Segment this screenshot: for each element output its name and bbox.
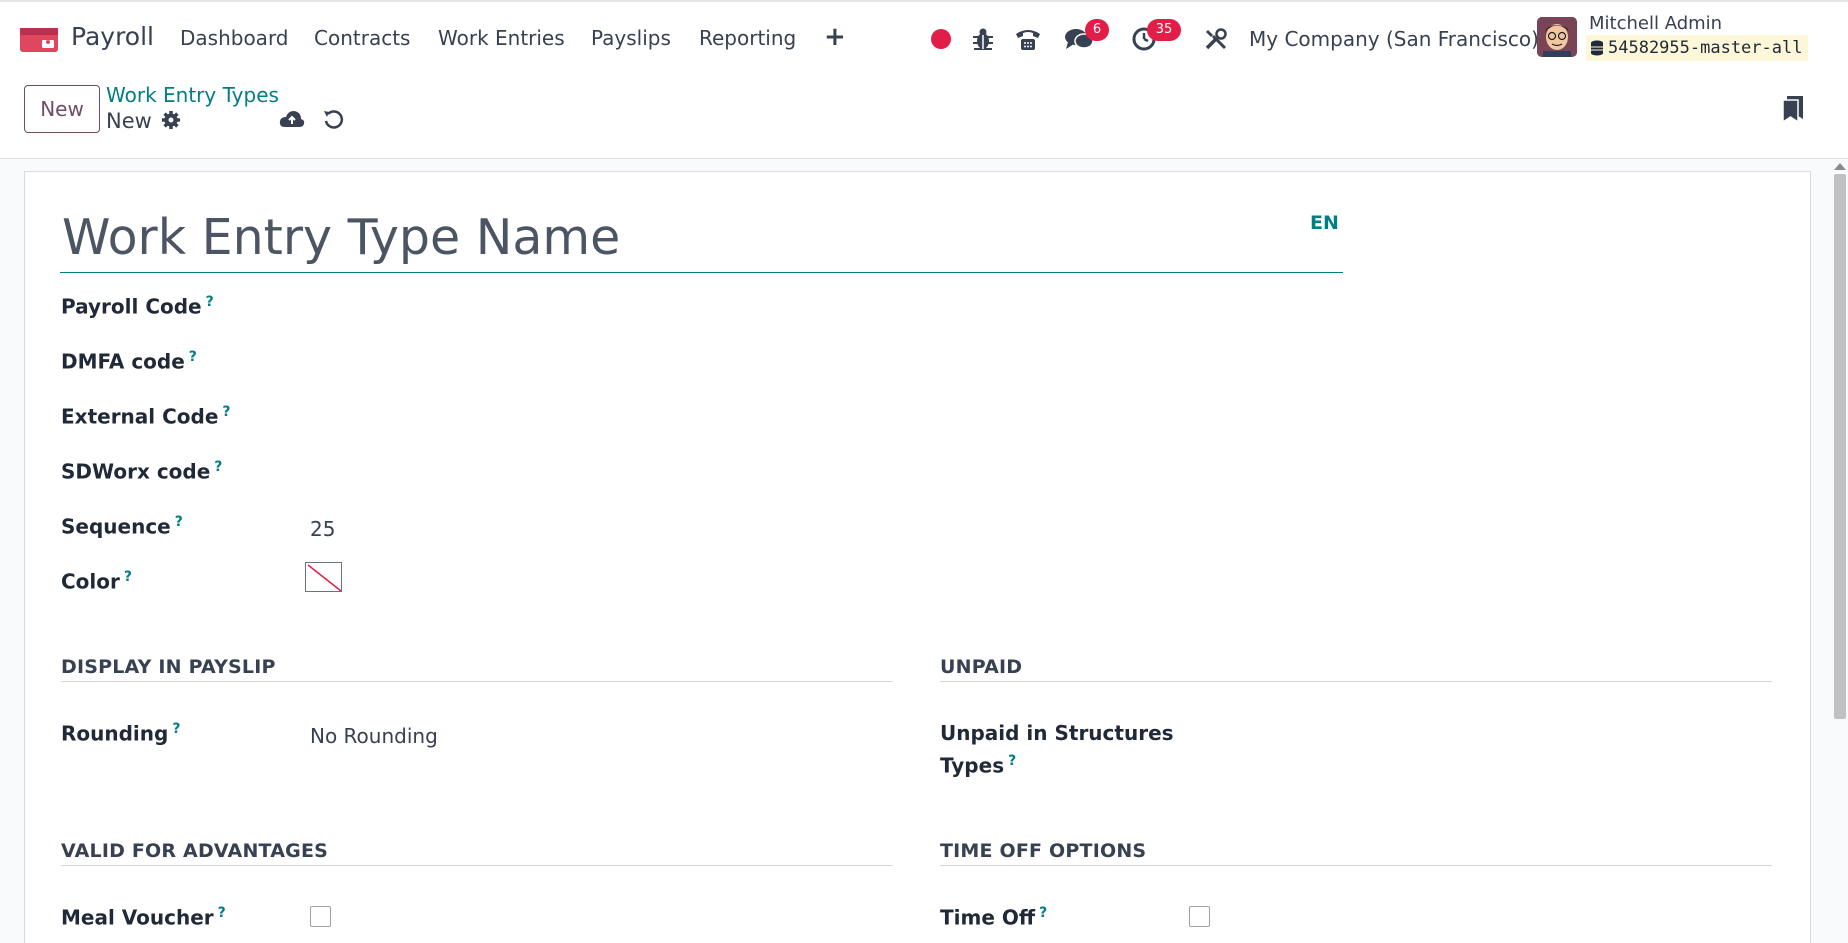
external-code-label-text: External Code (61, 404, 219, 429)
phone-icon[interactable] (1014, 26, 1042, 52)
time-off-checkbox[interactable] (1189, 906, 1210, 927)
dmfa-code-help-icon[interactable]: ? (189, 349, 197, 365)
payroll-code-label-text: Payroll Code (61, 294, 202, 319)
unpaid-structures-label-line1: Unpaid in Structures (940, 721, 1174, 745)
bug-icon[interactable] (972, 27, 994, 51)
scroll-up-arrow[interactable] (1834, 163, 1846, 170)
settings-tools-icon[interactable] (1204, 27, 1228, 51)
section-divider (940, 681, 1772, 682)
add-menu-icon[interactable]: + (824, 22, 846, 52)
user-avatar[interactable] (1537, 17, 1577, 57)
menu-dashboard[interactable]: Dashboard (180, 26, 289, 50)
external-code-label: External Code? (61, 404, 231, 429)
section-divider (940, 865, 1772, 866)
section-valid-for-advantages: VALID FOR ADVANTAGES (61, 840, 329, 862)
app-name[interactable]: Payroll (71, 22, 154, 51)
sequence-help-icon[interactable]: ? (175, 514, 183, 530)
database-tag: 54582955-master-all (1586, 35, 1809, 61)
messages-badge: 6 (1085, 19, 1109, 41)
rounding-select[interactable]: No Rounding (310, 724, 438, 748)
unpaid-structures-help-icon[interactable]: ? (1008, 753, 1016, 769)
language-toggle[interactable]: EN (1310, 212, 1339, 234)
save-cloud-icon[interactable] (279, 109, 305, 129)
database-name: 54582955-master-all (1608, 38, 1803, 58)
sequence-label: Sequence? (61, 514, 183, 539)
control-panel: New Work Entry Types New (0, 73, 1848, 159)
time-off-label: Time Off? (940, 905, 1047, 930)
section-divider (61, 865, 893, 866)
dmfa-code-label-text: DMFA code (61, 349, 185, 374)
sequence-label-text: Sequence (61, 514, 171, 539)
unpaid-structures-label-text: Types (940, 753, 1005, 778)
activities-badge: 35 (1147, 19, 1181, 41)
user-name[interactable]: Mitchell Admin (1589, 13, 1722, 34)
record-icon[interactable] (931, 29, 951, 49)
sdworx-code-label: SDWorx code? (61, 459, 222, 484)
rounding-label: Rounding? (61, 721, 180, 746)
breadcrumb-work-entry-types[interactable]: Work Entry Types (106, 83, 279, 107)
payroll-code-label: Payroll Code? (61, 294, 214, 319)
unpaid-structures-label-line2: Types? (940, 753, 1016, 778)
vertical-scrollbar[interactable] (1834, 174, 1846, 719)
time-off-help-icon[interactable]: ? (1039, 905, 1047, 921)
time-off-label-text: Time Off (940, 905, 1036, 930)
menu-work-entries[interactable]: Work Entries (438, 26, 565, 50)
sequence-field[interactable]: 25 (310, 517, 335, 541)
menu-contracts[interactable]: Contracts (314, 26, 410, 50)
color-label: Color? (61, 569, 132, 594)
external-code-help-icon[interactable]: ? (222, 404, 230, 420)
meal-voucher-label-text: Meal Voucher (61, 905, 214, 930)
meal-voucher-checkbox[interactable] (310, 906, 331, 927)
menu-payslips[interactable]: Payslips (591, 26, 671, 50)
section-time-off-options: TIME OFF OPTIONS (940, 840, 1147, 862)
dmfa-code-label: DMFA code? (61, 349, 197, 374)
color-label-text: Color (61, 569, 120, 594)
breadcrumb-current-record: New (106, 109, 152, 133)
payroll-app-icon[interactable] (20, 26, 58, 54)
rounding-label-text: Rounding (61, 721, 169, 746)
discard-undo-icon[interactable] (322, 108, 344, 130)
menu-reporting[interactable]: Reporting (699, 26, 796, 50)
sdworx-code-help-icon[interactable]: ? (214, 459, 222, 475)
bookmark-icon[interactable] (1781, 95, 1805, 123)
new-button[interactable]: New (24, 85, 100, 133)
section-display-in-payslip: DISPLAY IN PAYSLIP (61, 656, 276, 678)
meal-voucher-label: Meal Voucher? (61, 905, 226, 930)
database-icon (1591, 40, 1603, 56)
color-picker[interactable] (305, 562, 342, 592)
section-unpaid: UNPAID (940, 656, 1023, 678)
work-entry-type-name-input[interactable] (60, 203, 1343, 273)
sdworx-code-label-text: SDWorx code (61, 459, 211, 484)
section-divider (61, 681, 893, 682)
meal-voucher-help-icon[interactable]: ? (218, 905, 226, 921)
no-color-icon (307, 564, 341, 591)
form-sheet (24, 171, 1811, 943)
gear-icon[interactable] (161, 110, 181, 130)
color-help-icon[interactable]: ? (124, 569, 132, 585)
top-navbar: Payroll Dashboard Contracts Work Entries… (0, 0, 1848, 73)
company-switcher[interactable]: My Company (San Francisco) (1249, 27, 1539, 51)
rounding-help-icon[interactable]: ? (172, 721, 180, 737)
payroll-code-help-icon[interactable]: ? (206, 294, 214, 310)
